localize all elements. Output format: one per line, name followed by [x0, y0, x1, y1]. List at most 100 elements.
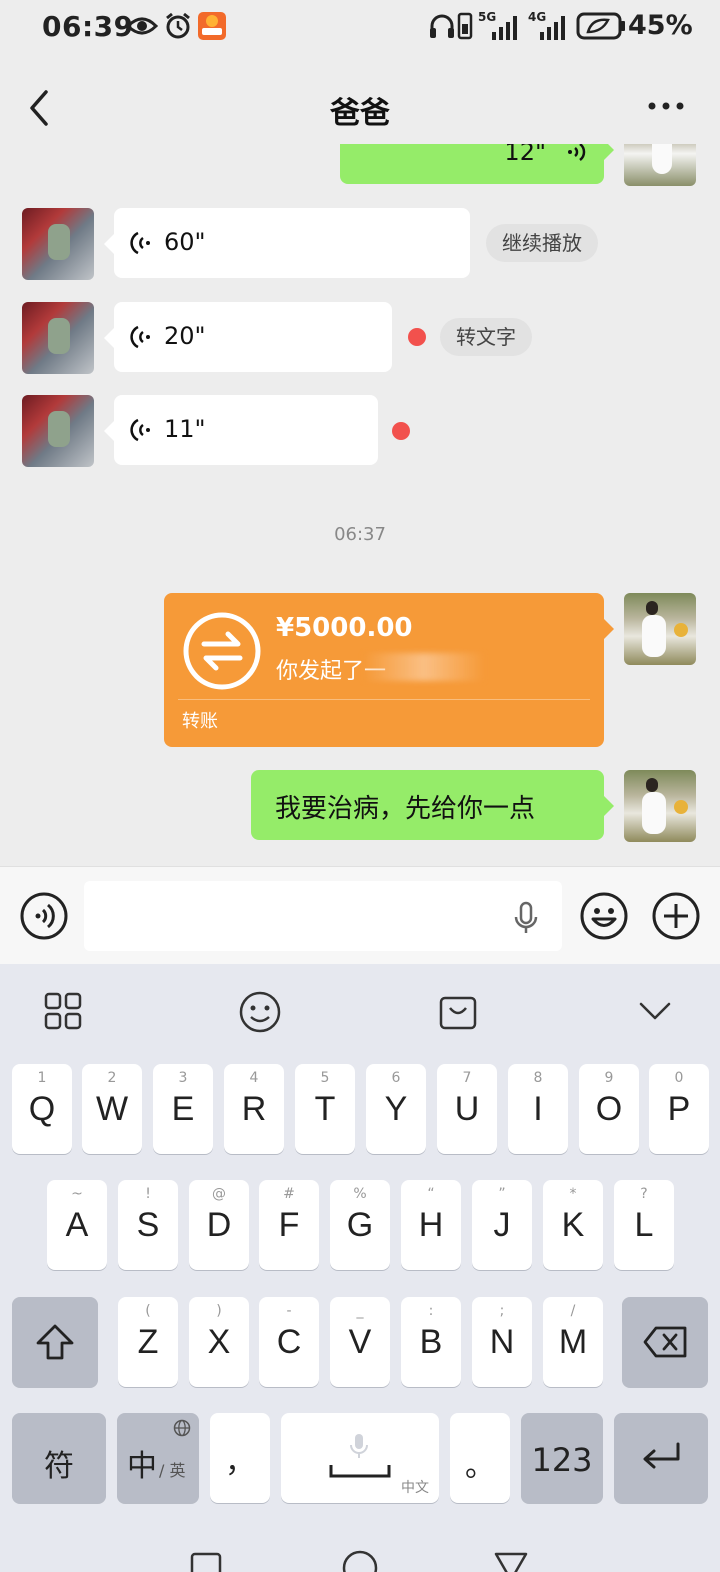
voice-toggle-icon[interactable]	[20, 892, 68, 940]
key-i[interactable]: 8I	[508, 1064, 568, 1154]
voice-duration: 12"	[504, 144, 546, 166]
key-c[interactable]: -C	[259, 1297, 319, 1387]
key-hint: %	[353, 1186, 367, 1202]
key-p[interactable]: 0P	[649, 1064, 709, 1154]
system-nav-bar	[0, 1540, 720, 1572]
numbers-key[interactable]: 123	[521, 1413, 603, 1503]
key-hint: !	[145, 1186, 151, 1202]
key-j[interactable]: ” J	[472, 1180, 532, 1270]
key-letter: C	[276, 1323, 302, 1361]
key-letter: R	[241, 1090, 267, 1128]
grid-apps-icon[interactable]	[44, 992, 82, 1030]
key-b[interactable]: :B	[401, 1297, 461, 1387]
key-hint: 4	[249, 1070, 259, 1086]
recents-nav-icon[interactable]	[190, 1552, 222, 1572]
my-avatar[interactable]	[624, 770, 696, 842]
alarm-icon	[166, 12, 190, 39]
incoming-voice-message[interactable]: 11"	[104, 395, 378, 465]
key-letter: B	[419, 1323, 443, 1361]
incoming-voice-message[interactable]: 60"	[104, 208, 470, 278]
chat-title: 爸爸	[330, 96, 390, 131]
key-n[interactable]: ; N	[472, 1297, 532, 1387]
my-avatar[interactable]	[624, 593, 696, 665]
key-u[interactable]: 7U	[437, 1064, 497, 1154]
key-letter: M	[558, 1323, 588, 1361]
key-d[interactable]: @ D	[189, 1180, 249, 1270]
enter-key[interactable]	[614, 1413, 708, 1503]
emoji-icon[interactable]	[580, 892, 628, 940]
key-s[interactable]: ! S	[118, 1180, 178, 1270]
key-a[interactable]: ~ A	[47, 1180, 107, 1270]
key-hint: ~	[71, 1186, 83, 1202]
shift-key[interactable]	[12, 1297, 98, 1387]
contact-avatar[interactable]	[22, 395, 94, 467]
key-x[interactable]: ) X	[189, 1297, 249, 1387]
key-h[interactable]: “H	[401, 1180, 461, 1270]
space-bar-icon	[329, 1465, 391, 1478]
comma-label: ，	[225, 1445, 255, 1480]
signal-4g-icon	[540, 16, 565, 40]
headphone-icon	[430, 14, 454, 38]
outgoing-text-message[interactable]: 我要治病，先给你一点	[251, 770, 614, 840]
key-hint: 5	[320, 1070, 330, 1086]
key-v[interactable]: _ V	[330, 1297, 390, 1387]
comma-key[interactable]: ，	[210, 1413, 270, 1503]
plus-icon[interactable]	[652, 892, 700, 940]
my-avatar[interactable]	[624, 144, 696, 186]
key-letter: D	[206, 1206, 232, 1244]
key-o[interactable]: 9O	[579, 1064, 639, 1154]
continue-play-button[interactable]: 继续播放	[486, 224, 598, 262]
key-letter: A	[65, 1206, 89, 1244]
language-switch-key[interactable]: 中 / 英	[117, 1413, 199, 1503]
key-q[interactable]: 1Q	[12, 1064, 72, 1154]
key-g[interactable]: % G	[330, 1180, 390, 1270]
chat-message-list[interactable]: 12" 60" 继续播放 20" 转文字 11" 06:37 ¥5000.00 …	[0, 144, 720, 866]
home-nav-icon[interactable]	[342, 1550, 378, 1572]
key-w[interactable]: 2W	[82, 1064, 142, 1154]
key-hint: 0	[674, 1070, 684, 1086]
key-letter: T	[314, 1090, 336, 1128]
backspace-key[interactable]	[622, 1297, 708, 1387]
key-hint: 6	[391, 1070, 401, 1086]
key-letter: V	[348, 1323, 372, 1361]
key-r[interactable]: 4R	[224, 1064, 284, 1154]
smile-icon[interactable]	[238, 990, 282, 1034]
status-bar: 06:39 5G 4G 45%	[0, 0, 720, 56]
key-t[interactable]: 5T	[295, 1064, 355, 1154]
key-letter: W	[95, 1090, 129, 1128]
key-letter: Z	[137, 1323, 159, 1361]
key-e[interactable]: 3E	[153, 1064, 213, 1154]
space-key[interactable]: 中文	[281, 1413, 439, 1503]
transfer-message[interactable]: ¥5000.00 你发起了一 转账	[164, 593, 614, 747]
key-letter: J	[493, 1206, 511, 1244]
contact-avatar[interactable]	[22, 302, 94, 374]
outgoing-voice-message[interactable]: 12"	[340, 144, 614, 184]
key-letter: F	[278, 1206, 300, 1244]
collapse-chevron-icon[interactable]	[638, 1000, 672, 1022]
key-m[interactable]: / M	[543, 1297, 603, 1387]
key-y[interactable]: 6Y	[366, 1064, 426, 1154]
convert-to-text-button[interactable]: 转文字	[440, 318, 532, 356]
key-k[interactable]: * K	[543, 1180, 603, 1270]
voice-wave-icon	[568, 144, 586, 161]
battery-icon	[576, 12, 625, 40]
symbols-key[interactable]: 符	[12, 1413, 106, 1503]
shopping-bag-icon[interactable]	[438, 990, 478, 1032]
shift-arrow-icon	[36, 1324, 74, 1360]
key-hint: #	[283, 1186, 295, 1202]
microphone-icon[interactable]	[512, 901, 540, 935]
key-hint: *	[569, 1186, 577, 1202]
vibrate-icon	[457, 12, 473, 40]
back-nav-icon[interactable]	[494, 1552, 528, 1572]
message-input[interactable]	[84, 881, 562, 951]
space-hint: 中文	[401, 1480, 429, 1496]
period-key[interactable]: 。	[450, 1413, 510, 1503]
key-f[interactable]: # F	[259, 1180, 319, 1270]
key-letter: P	[667, 1090, 691, 1128]
key-l[interactable]: ? L	[614, 1180, 674, 1270]
contact-avatar[interactable]	[22, 208, 94, 280]
incoming-voice-message[interactable]: 20"	[104, 302, 392, 372]
key-z[interactable]: (Z	[118, 1297, 178, 1387]
message-text: 我要治病，先给你一点	[275, 794, 536, 824]
more-icon[interactable]	[646, 98, 686, 114]
